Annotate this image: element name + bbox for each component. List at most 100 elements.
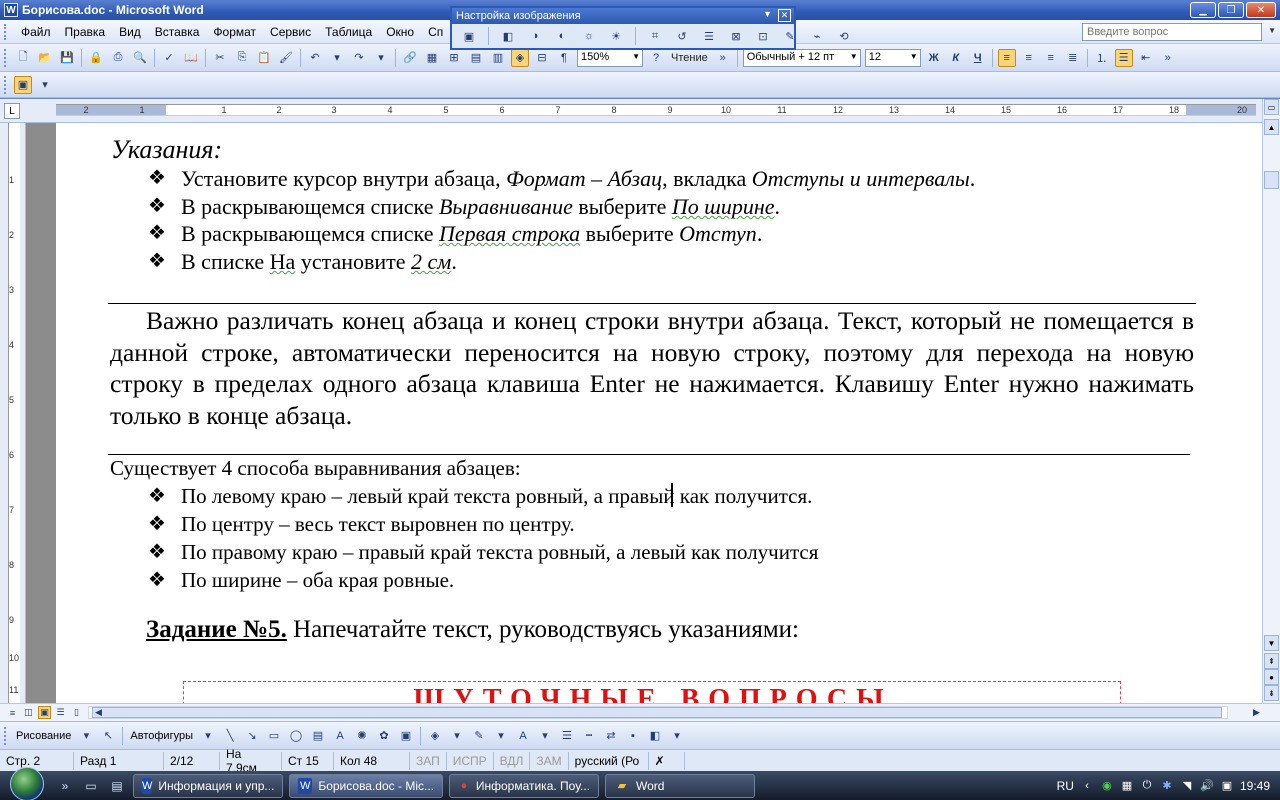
font-color-dropdown-icon[interactable]: ▾ bbox=[536, 727, 554, 745]
arrow-icon[interactable]: ↘ bbox=[243, 727, 261, 745]
text-box-icon[interactable]: ▤ bbox=[309, 727, 327, 745]
volume-icon[interactable]: 🔊 bbox=[1200, 779, 1214, 793]
picture-toolbar-toggle-icon[interactable]: ▣ bbox=[14, 75, 32, 94]
align-center-icon[interactable]: ≡ bbox=[1020, 49, 1038, 67]
show-hide-icon[interactable]: ¶ bbox=[555, 49, 573, 67]
show-desktop-icon[interactable]: ▭ bbox=[81, 777, 101, 795]
help-icon[interactable]: ? bbox=[647, 49, 665, 67]
undo-icon[interactable]: ↶ bbox=[306, 49, 324, 67]
wifi-icon[interactable]: ◥ bbox=[1180, 779, 1194, 793]
start-button[interactable] bbox=[10, 767, 44, 800]
hyperlink-icon[interactable]: 🔗 bbox=[401, 49, 419, 67]
document-area[interactable]: Указания: ❖ Установите курсор внутри абз… bbox=[26, 123, 1262, 703]
insert-table-icon[interactable]: ⊞ bbox=[445, 49, 463, 67]
numbering-icon[interactable]: ⒈ bbox=[1093, 49, 1111, 67]
drawing-icon[interactable]: ◈ bbox=[511, 48, 529, 67]
crop-icon[interactable]: ⌗ bbox=[646, 27, 664, 45]
status-language[interactable]: русский (Ро bbox=[569, 751, 649, 770]
undo-dropdown-icon[interactable]: ▾ bbox=[328, 49, 346, 67]
ask-dropdown-icon[interactable]: ▼ bbox=[1268, 26, 1276, 35]
scroll-left-icon[interactable]: ◀ bbox=[92, 706, 105, 719]
research-icon[interactable]: 📖 bbox=[182, 49, 200, 67]
toolbar-options-icon-3[interactable]: ▾ bbox=[36, 76, 54, 94]
toolbar-options-icon[interactable]: ▼ bbox=[763, 9, 772, 19]
tray-expand-icon[interactable]: ‹ bbox=[1080, 779, 1094, 793]
horizontal-ruler[interactable]: L 2 1 1 2 3 4 5 6 7 8 9 10 11 12 13 14 1… bbox=[0, 99, 1262, 123]
status-rec[interactable]: ЗАП bbox=[410, 751, 447, 770]
menu-view[interactable]: Вид bbox=[112, 23, 148, 41]
hscroll-thumb[interactable] bbox=[92, 707, 1222, 718]
autoshapes-button[interactable]: Автофигуры bbox=[126, 730, 197, 742]
more-contrast-icon[interactable]: ◑ bbox=[526, 27, 544, 45]
clip-art-icon[interactable]: ✿ bbox=[375, 727, 393, 745]
save-icon[interactable]: 💾 bbox=[58, 49, 76, 67]
format-painter-icon[interactable]: 🖌 bbox=[277, 49, 295, 67]
tray-app-icon[interactable]: ▣ bbox=[1220, 779, 1234, 793]
text-wrap-icon[interactable]: ⊡ bbox=[754, 27, 772, 45]
line-style-icon[interactable]: ☰ bbox=[700, 27, 718, 45]
spelling-icon[interactable]: ✓ bbox=[160, 49, 178, 67]
task-word[interactable]: ▰ Word bbox=[605, 773, 755, 798]
font-size-combo[interactable]: 12 ▼ bbox=[864, 48, 921, 67]
rectangle-icon[interactable]: ▭ bbox=[265, 727, 283, 745]
browse-object-icon[interactable]: ● bbox=[1264, 669, 1279, 685]
clock[interactable]: 19:49 bbox=[1240, 779, 1270, 793]
less-contrast-icon[interactable]: ◐ bbox=[553, 27, 571, 45]
redo-icon[interactable]: ↷ bbox=[350, 49, 368, 67]
close-button[interactable]: ✕ bbox=[1246, 2, 1276, 18]
ruler-toggle-icon[interactable]: ▭ bbox=[1264, 99, 1279, 115]
switch-windows-icon[interactable]: ▤ bbox=[107, 777, 127, 795]
italic-button[interactable]: К bbox=[947, 49, 965, 67]
align-left-icon[interactable]: ≡ bbox=[997, 48, 1016, 67]
insert-picture-icon-2[interactable]: ▣ bbox=[397, 727, 415, 745]
draw-dropdown-icon[interactable]: ▾ bbox=[77, 727, 95, 745]
close-icon[interactable]: ✕ bbox=[778, 9, 791, 22]
bluetooth-icon[interactable]: ✱ bbox=[1160, 779, 1174, 793]
reset-picture-icon[interactable]: ⟲ bbox=[835, 27, 853, 45]
menu-insert[interactable]: Вставка bbox=[148, 23, 207, 41]
line-icon[interactable]: ╲ bbox=[221, 727, 239, 745]
columns-icon[interactable]: ▥ bbox=[489, 49, 507, 67]
select-objects-icon[interactable]: ↖ bbox=[99, 727, 117, 745]
status-ovr[interactable]: ЗАМ bbox=[530, 751, 569, 770]
color-icon[interactable]: ◧ bbox=[499, 27, 517, 45]
normal-view-icon[interactable]: ≡ bbox=[6, 706, 19, 719]
line-color-icon[interactable]: ✎ bbox=[470, 727, 488, 745]
fill-color-icon[interactable]: ◈ bbox=[426, 727, 444, 745]
picture-toolbar-header[interactable]: Настройка изображения ▼ ✕ bbox=[452, 8, 794, 24]
menu-grip[interactable] bbox=[4, 23, 10, 40]
open-icon[interactable]: 📂 bbox=[36, 49, 54, 67]
menu-format[interactable]: Формат bbox=[206, 23, 263, 41]
web-view-icon[interactable]: ◫ bbox=[22, 706, 35, 719]
ruler-strip[interactable]: 2 1 1 2 3 4 5 6 7 8 9 10 11 12 13 14 15 … bbox=[56, 104, 1256, 116]
quicklaunch-chevron-icon[interactable]: » bbox=[55, 777, 75, 795]
menu-edit[interactable]: Правка bbox=[58, 23, 113, 41]
justify-icon[interactable]: ≣ bbox=[1064, 49, 1082, 67]
scroll-thumb[interactable] bbox=[1264, 171, 1279, 189]
menu-window[interactable]: Окно bbox=[379, 23, 421, 41]
task-borisova[interactable]: W Борисова.doc - Mic... bbox=[289, 773, 443, 798]
shadow-icon[interactable]: ▪ bbox=[624, 727, 642, 745]
line-color-dropdown-icon[interactable]: ▾ bbox=[492, 727, 510, 745]
menu-file[interactable]: Файл bbox=[14, 23, 58, 41]
decrease-indent-icon[interactable]: ⇤ bbox=[1137, 49, 1155, 67]
new-document-icon[interactable]: 🗋 bbox=[14, 49, 32, 67]
ask-question-input[interactable]: Введите вопрос bbox=[1082, 23, 1262, 41]
spelling-status-icon[interactable]: ✗ bbox=[649, 751, 685, 770]
vertical-ruler[interactable]: 1 2 3 4 5 6 7 8 9 10 11 bbox=[0, 123, 26, 703]
copy-icon[interactable]: ⎘ bbox=[233, 49, 251, 67]
format-picture-icon[interactable]: ✎ bbox=[781, 27, 799, 45]
outline-view-icon[interactable]: ☰ bbox=[54, 706, 67, 719]
autoshapes-dropdown-icon[interactable]: ▾ bbox=[199, 727, 217, 745]
rotate-icon[interactable]: ↺ bbox=[673, 27, 691, 45]
bold-button[interactable]: Ж bbox=[925, 49, 943, 67]
cut-icon[interactable]: ✂ bbox=[211, 49, 229, 67]
3d-icon[interactable]: ◧ bbox=[646, 727, 664, 745]
menu-tools[interactable]: Сервис bbox=[263, 23, 318, 41]
redo-dropdown-icon[interactable]: ▾ bbox=[372, 49, 390, 67]
reading-view-icon[interactable]: ▯ bbox=[70, 706, 83, 719]
underline-button[interactable]: Ч bbox=[969, 49, 987, 67]
font-color-icon[interactable]: A bbox=[514, 727, 532, 745]
scroll-up-icon[interactable]: ▲ bbox=[1264, 119, 1279, 135]
print-icon[interactable]: ⎙ bbox=[109, 49, 127, 67]
